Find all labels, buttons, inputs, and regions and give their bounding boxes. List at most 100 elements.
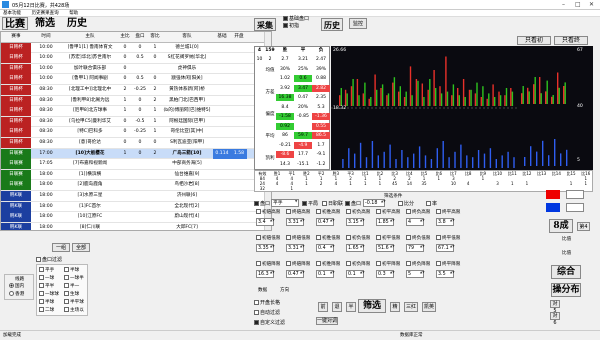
close-icon[interactable]: ✕ — [589, 1, 594, 8]
spinner-icon[interactable]: ▲▼ — [270, 245, 275, 251]
header-open[interactable]: 开盘 — [231, 32, 247, 42]
header-home[interactable]: 主队 — [61, 32, 119, 42]
basic-handicap-check[interactable]: 基础盘口 — [283, 15, 309, 22]
custom-filter-check[interactable]: 自定义过滤 — [254, 319, 285, 326]
filter-value-field[interactable]: 51.6 ▲▼ — [376, 244, 395, 252]
jleague-check[interactable]: 日职联 — [322, 200, 343, 207]
header-home-score[interactable]: 主比 — [119, 32, 131, 42]
filter-value-field[interactable]: 3.8 ▲▼ — [436, 218, 455, 226]
all-button[interactable]: 全部 — [72, 243, 90, 252]
spinner-icon[interactable]: ▲▼ — [330, 245, 335, 251]
filter-option[interactable]: 初赔高限 — [256, 209, 280, 215]
filter-option[interactable]: 初负高限 — [346, 209, 370, 215]
filter-value-field[interactable]: 3.31 ▲▼ — [286, 218, 305, 226]
minimize-icon[interactable]: – — [562, 1, 565, 8]
filter-option-checkbox[interactable] — [346, 209, 351, 214]
filter-option[interactable]: 初平高限 — [376, 209, 400, 215]
spinner-icon[interactable]: ▲▼ — [450, 245, 455, 251]
handicap-filter-check[interactable]: 盘口过滤 — [36, 256, 62, 263]
filter-option-checkbox[interactable] — [286, 261, 291, 266]
spinner-icon[interactable]: ▲▼ — [300, 245, 305, 251]
filter-value-field[interactable]: 0.47 ▲▼ — [286, 270, 305, 278]
only-initial-button[interactable]: 只看初 — [517, 36, 551, 45]
spinner-icon[interactable]: ▲▼ — [420, 245, 425, 251]
option-checkbox[interactable] — [39, 275, 44, 280]
option-check[interactable]: 平半 — [39, 283, 54, 289]
table-row[interactable]: 韩K联 18:00 [1]FC首尔 全北现代[2] — [1, 201, 271, 213]
filter-option[interactable]: 初负降限 — [346, 261, 370, 267]
option-checkbox[interactable] — [64, 299, 69, 304]
white-swatch-2[interactable] — [566, 203, 584, 212]
filter-value-field[interactable]: 1.85 ▲▼ — [376, 218, 395, 226]
action-back[interactable]: 退 — [332, 302, 342, 312]
spinner-icon[interactable]: ▲▼ — [270, 219, 275, 225]
option-check[interactable]: 平手 — [39, 267, 54, 273]
red-swatch[interactable] — [546, 190, 560, 199]
filter-option-checkbox[interactable] — [376, 261, 381, 266]
action-fine[interactable]: 精 — [390, 302, 400, 312]
table-row[interactable]: 日韩杯 10:00 加叶联合俱乐部 0 虎神俱乐 — [1, 63, 271, 75]
spinner-icon[interactable]: ▲▼ — [420, 271, 425, 277]
filter-value-field[interactable]: 3.31 ▲▼ — [286, 244, 305, 252]
spinner-icon[interactable]: ▲▼ — [330, 219, 335, 225]
filter-option-checkbox[interactable] — [256, 261, 261, 266]
table-row[interactable]: 韩K联 18:00 [8]仁川联 大邱FC[7] — [1, 222, 271, 230]
table-row[interactable]: 日联赛 17:05 [7]布嘉和视新闻 中部商务海[5] — [1, 159, 271, 170]
filter-option[interactable]: 终赔低限 — [286, 235, 310, 241]
filter-value-field[interactable]: 3.5 ▲▼ — [436, 270, 455, 278]
auto-filter-check[interactable]: 自动过滤 — [254, 309, 280, 316]
tab-right-history[interactable]: 历史 — [321, 18, 343, 31]
filter-value-field[interactable]: 3.35 ▲▼ — [256, 244, 275, 252]
table-row[interactable]: 日韩杯 08:30 [鲁利甲8]北阁为远 1 0 2 黑柏门北[巴西甲] — [1, 95, 271, 107]
filter-option-checkbox[interactable] — [406, 235, 411, 240]
option-checkbox[interactable] — [64, 275, 69, 280]
monitor-button[interactable]: 监控 — [349, 18, 367, 29]
option-check[interactable]: 一球 — [39, 275, 54, 281]
group-one-button[interactable]: 一组 — [52, 243, 70, 252]
filter-value-field[interactable]: 79 ▲▼ — [406, 244, 425, 252]
option-check[interactable]: 一球球 — [39, 291, 59, 297]
option-checkbox[interactable] — [39, 267, 44, 272]
menu-item-basic[interactable]: 基本功能 — [3, 11, 21, 16]
filter-value-field[interactable]: 0.1 ▲▼ — [316, 270, 335, 278]
action-kelly[interactable]: 凯英 — [422, 302, 436, 312]
handicap-select[interactable]: 平手 ▼ — [271, 199, 299, 207]
filter-option-checkbox[interactable] — [406, 209, 411, 214]
filter-option[interactable]: 初胜低限 — [316, 235, 340, 241]
spinner-icon[interactable]: ▲▼ — [270, 271, 275, 277]
filter-value-field[interactable]: 1.65 ▲▼ — [346, 244, 365, 252]
filter-option[interactable]: 初平低限 — [376, 235, 400, 241]
option-checkbox[interactable] — [39, 291, 44, 296]
filter-option-checkbox[interactable] — [376, 235, 381, 240]
filter-option-checkbox[interactable] — [316, 235, 321, 240]
filter-value-field[interactable]: 4 ▲▼ — [406, 218, 425, 226]
spinner-icon[interactable]: ▲▼ — [360, 271, 365, 277]
filter-value-field[interactable]: 3.15 ▲▼ — [346, 218, 365, 226]
header-away-score[interactable]: 客比 — [149, 32, 161, 42]
filter-option[interactable]: 初负低限 — [346, 235, 370, 241]
option-check[interactable]: 生球 — [64, 291, 79, 297]
spinner-icon[interactable]: ▲▼ — [360, 245, 365, 251]
spinner-icon[interactable]: ▲▼ — [390, 219, 395, 225]
spinner-icon[interactable]: ▲▼ — [390, 271, 395, 277]
spinner-icon[interactable]: ▲▼ — [300, 219, 305, 225]
table-row[interactable]: 日韩杯 10:00 [鲁甲1] 阿闻事剧 0 0.5 0 颛强休闲[阳关] — [1, 74, 271, 85]
filter-value-field[interactable]: 0.4 ▲▼ — [316, 244, 335, 252]
blue-swatch[interactable] — [546, 203, 560, 212]
option-checkbox[interactable] — [64, 283, 69, 288]
action-prev[interactable]: 前 — [318, 302, 328, 312]
filter-option[interactable]: 终负高限 — [406, 209, 430, 215]
header-time[interactable]: 时间 — [31, 32, 61, 42]
draw-check[interactable]: 平局 — [302, 200, 318, 207]
spinner-icon[interactable]: ▲▼ — [390, 245, 395, 251]
filter-value-field[interactable]: 5 ▲▼ — [406, 270, 425, 278]
header-league[interactable]: 赛事 — [1, 32, 31, 42]
action-half[interactable]: 半 — [346, 302, 356, 312]
menu-item-help[interactable]: 帮助 — [69, 11, 78, 16]
small-btn-a[interactable]: 对5 — [550, 300, 560, 314]
filter-option[interactable]: 终赔降限 — [286, 261, 310, 267]
spinner-icon[interactable]: ▲▼ — [300, 271, 305, 277]
option-check[interactable]: 半平球 — [64, 299, 84, 305]
filter-option-checkbox[interactable] — [346, 261, 351, 266]
only-final-button[interactable]: 只看终 — [554, 36, 588, 45]
